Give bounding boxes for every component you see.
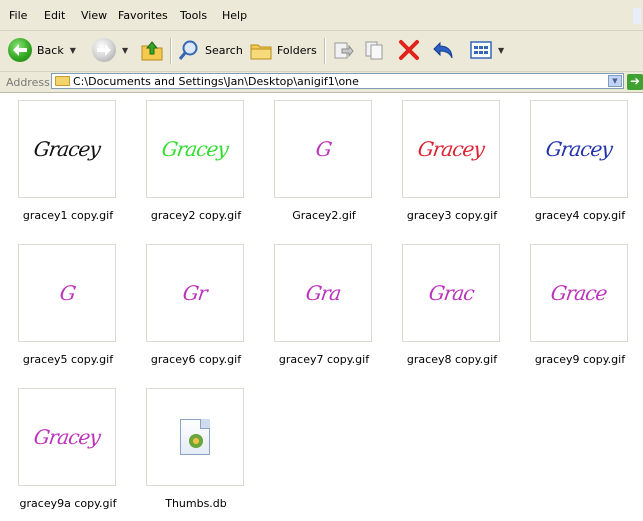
file-item[interactable]: Grac gracey8 copy.gif <box>392 237 512 377</box>
address-dropdown-icon[interactable]: ▼ <box>608 75 622 87</box>
views-button[interactable]: ▼ <box>470 36 504 64</box>
address-label: Address <box>6 76 50 89</box>
signature-preview: Gr <box>181 281 209 305</box>
file-name: gracey8 copy.gif <box>406 353 498 366</box>
file-thumbnail: G <box>274 100 372 198</box>
file-thumbnail: Gracey <box>146 100 244 198</box>
file-thumbnail: Gra <box>274 244 372 342</box>
file-name: gracey3 copy.gif <box>406 209 498 222</box>
back-arrow-icon <box>8 38 32 62</box>
address-input[interactable]: C:\Documents and Settings\Jan\Desktop\an… <box>51 73 624 89</box>
address-path: C:\Documents and Settings\Jan\Desktop\an… <box>73 75 359 88</box>
undo-icon <box>433 41 453 59</box>
file-item[interactable]: Gracey gracey9a copy.gif <box>8 381 128 521</box>
file-thumbnail: Gracey <box>18 100 116 198</box>
menu-help[interactable]: Help <box>222 9 247 22</box>
windows-flag-icon <box>633 8 641 24</box>
file-name: gracey2 copy.gif <box>150 209 242 222</box>
menu-bar: File Edit View Favorites Tools Help <box>0 0 643 31</box>
move-to-button[interactable] <box>332 36 354 64</box>
file-name: gracey5 copy.gif <box>22 353 114 366</box>
menu-view[interactable]: View <box>81 9 107 22</box>
search-label: Search <box>205 43 243 57</box>
signature-preview: Gracey <box>416 137 486 161</box>
move-to-icon <box>334 42 354 59</box>
up-folder-button[interactable] <box>140 36 164 64</box>
file-thumbnail: Gracey <box>18 388 116 486</box>
delete-button[interactable] <box>398 36 420 64</box>
signature-preview: G <box>313 137 333 161</box>
menu-tools[interactable]: Tools <box>180 9 207 22</box>
file-name: gracey7 copy.gif <box>278 353 370 366</box>
file-item[interactable]: Gr gracey6 copy.gif <box>136 237 256 377</box>
views-icon <box>470 41 492 59</box>
file-name: gracey4 copy.gif <box>534 209 626 222</box>
address-bar: Address C:\Documents and Settings\Jan\De… <box>0 72 643 93</box>
toolbar: Back ▼ ▼ Search Folders ▼ <box>0 31 643 72</box>
signature-preview: Grac <box>426 281 476 305</box>
forward-dropdown-icon[interactable]: ▼ <box>122 46 128 55</box>
menu-file[interactable]: File <box>9 9 27 22</box>
file-name: gracey1 copy.gif <box>22 209 114 222</box>
file-item[interactable]: Gra gracey7 copy.gif <box>264 237 384 377</box>
signature-preview: Gracey <box>32 425 102 449</box>
go-button[interactable]: ➜ <box>627 74 643 90</box>
signature-preview: Gra <box>304 281 342 305</box>
signature-preview: G <box>57 281 77 305</box>
search-button[interactable]: Search <box>178 36 243 64</box>
file-thumbnail: Gr <box>146 244 244 342</box>
file-thumbnail: Grace <box>530 244 628 342</box>
database-file-icon <box>180 419 210 455</box>
signature-preview: Gracey <box>32 137 102 161</box>
views-dropdown-icon[interactable]: ▼ <box>498 46 504 55</box>
forward-button[interactable]: ▼ <box>92 36 128 64</box>
file-item[interactable]: Gracey gracey2 copy.gif <box>136 93 256 233</box>
signature-preview: Gracey <box>160 137 230 161</box>
file-thumbnail: Grac <box>402 244 500 342</box>
file-item[interactable]: Gracey gracey1 copy.gif <box>8 93 128 233</box>
file-item[interactable]: Gracey gracey3 copy.gif <box>392 93 512 233</box>
menu-favorites[interactable]: Favorites <box>118 9 168 22</box>
file-item[interactable]: Gracey gracey4 copy.gif <box>520 93 640 233</box>
file-item[interactable]: G gracey5 copy.gif <box>8 237 128 377</box>
file-thumbnail: G <box>18 244 116 342</box>
back-dropdown-icon[interactable]: ▼ <box>70 46 76 55</box>
file-item[interactable]: Thumbs.db <box>136 381 256 521</box>
menu-edit[interactable]: Edit <box>44 9 65 22</box>
file-name: gracey6 copy.gif <box>150 353 242 366</box>
file-item[interactable]: Grace gracey9 copy.gif <box>520 237 640 377</box>
file-name: gracey9 copy.gif <box>534 353 626 366</box>
forward-arrow-icon <box>92 38 116 62</box>
folder-icon <box>55 76 70 86</box>
signature-preview: Grace <box>549 281 609 305</box>
copy-to-icon <box>365 41 383 60</box>
file-thumbnail: Gracey <box>530 100 628 198</box>
folders-label: Folders <box>277 43 317 57</box>
up-folder-icon <box>141 41 163 61</box>
folders-button[interactable]: Folders <box>250 36 317 64</box>
file-name: Gracey2.gif <box>292 209 356 222</box>
file-thumbnail <box>146 388 244 486</box>
search-icon <box>178 40 198 60</box>
back-label: Back <box>37 43 64 57</box>
file-grid: Gracey gracey1 copy.gif Gracey gracey2 c… <box>0 93 643 510</box>
file-thumbnail: Gracey <box>402 100 500 198</box>
folders-icon <box>250 44 272 60</box>
delete-x-icon <box>399 40 419 60</box>
undo-button[interactable] <box>432 36 456 64</box>
signature-preview: Gracey <box>544 137 614 161</box>
back-button[interactable]: Back ▼ <box>8 36 76 64</box>
file-item[interactable]: G Gracey2.gif <box>264 93 384 233</box>
copy-to-button[interactable] <box>364 36 386 64</box>
